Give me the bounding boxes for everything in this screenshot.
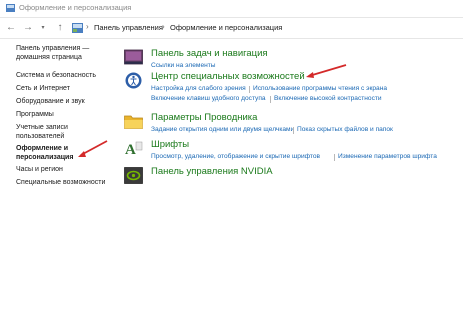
nvidia-icon [124, 167, 143, 184]
sidebar-item-system-security[interactable]: Система и безопасность [16, 71, 96, 80]
sidebar-item-control-panel-home[interactable]: Панель управления — домашняя страница [16, 44, 89, 62]
address-bar: ← → ▾ ↑ › Панель управления › Оформление… [0, 18, 463, 39]
title-bar: Оформление и персонализация [0, 0, 463, 18]
link-sticky-keys[interactable]: Включение клавиш удобного доступа [151, 95, 266, 102]
fonts-icon: A [125, 141, 143, 157]
sidebar-item-label: персонализация [16, 154, 74, 161]
sidebar-item-label: пользователей [16, 133, 65, 140]
sidebar-item-label: Часы и регион [16, 166, 63, 173]
sidebar-item-label: Специальные возможности [16, 179, 106, 186]
section-title-folder-options[interactable]: Параметры Проводника [151, 112, 257, 123]
section-title-taskbar[interactable]: Панель задач и навигация [151, 48, 268, 59]
link-separator [270, 96, 271, 103]
sidebar-item-clock-region[interactable]: Часы и регион [16, 165, 63, 174]
recent-locations-chevron-icon[interactable]: ▾ [36, 21, 50, 35]
link-taskbar-items[interactable]: Ссылки на элементы [151, 62, 216, 69]
section-title-ease-of-access[interactable]: Центр специальных возможностей [151, 71, 305, 82]
up-arrow-icon[interactable]: ↑ [53, 21, 67, 35]
link-manage-fonts[interactable]: Просмотр, удаление, отображение и скрыти… [151, 153, 320, 160]
sidebar-item-ease-of-access[interactable]: Специальные возможности [16, 178, 105, 187]
sidebar-item-user-accounts[interactable]: Учетные записи пользователей [16, 123, 68, 141]
sidebar-item-label: Учетные записи [16, 124, 68, 131]
section-title-nvidia[interactable]: Панель управления NVIDIA [151, 166, 273, 177]
sidebar-item-programs[interactable]: Программы [16, 110, 54, 119]
svg-text:A: A [125, 142, 136, 157]
sidebar-item-label: Программы [16, 111, 54, 118]
link-screen-reader[interactable]: Использование программы чтения с экрана [253, 85, 387, 92]
arrow-to-appearance-icon [78, 140, 108, 157]
breadcrumb-control-panel[interactable]: Панель управления [94, 23, 163, 32]
breadcrumb-current[interactable]: Оформление и персонализация [170, 23, 282, 32]
control-panel-icon [72, 23, 83, 33]
taskbar-icon [124, 49, 143, 65]
link-low-vision[interactable]: Настройка для слабого зрения [151, 85, 246, 92]
link-click-options[interactable]: Задание открытия одним или двумя щелчкам… [151, 126, 294, 133]
link-separator [249, 86, 250, 93]
section-title-fonts[interactable]: Шрифты [151, 139, 189, 150]
folder-options-icon [124, 115, 143, 129]
link-separator [293, 127, 294, 134]
sidebar-item-hardware-sound[interactable]: Оборудование и звук [16, 97, 85, 106]
sidebar-item-label: Оборудование и звук [16, 98, 85, 105]
sidebar-item-network[interactable]: Сеть и Интернет [16, 84, 70, 93]
link-font-settings[interactable]: Изменение параметров шрифта [338, 153, 437, 160]
link-show-hidden-files[interactable]: Показ скрытых файлов и папок [297, 126, 393, 133]
sidebar-item-appearance[interactable]: Оформление и персонализация [16, 144, 73, 162]
sidebar-item-label: Оформление и [16, 145, 69, 152]
link-separator [334, 154, 335, 161]
arrow-to-ease-of-access-icon [306, 64, 347, 78]
breadcrumb-separator-icon: › [162, 22, 165, 31]
sidebar-item-label: Сеть и Интернет [16, 85, 70, 92]
ease-of-access-icon [125, 72, 142, 89]
sidebar-item-label: домашняя страница [16, 54, 82, 61]
window-title: Оформление и персонализация [19, 3, 132, 12]
sidebar-item-label: Панель управления — [16, 45, 90, 52]
breadcrumb-separator-icon: › [86, 22, 89, 31]
forward-arrow-icon[interactable]: → [21, 21, 35, 35]
control-panel-icon [6, 4, 15, 12]
back-arrow-icon[interactable]: ← [4, 21, 18, 35]
sidebar-item-label: Система и безопасность [16, 72, 96, 79]
link-high-contrast[interactable]: Включение высокой контрастности [274, 95, 382, 102]
